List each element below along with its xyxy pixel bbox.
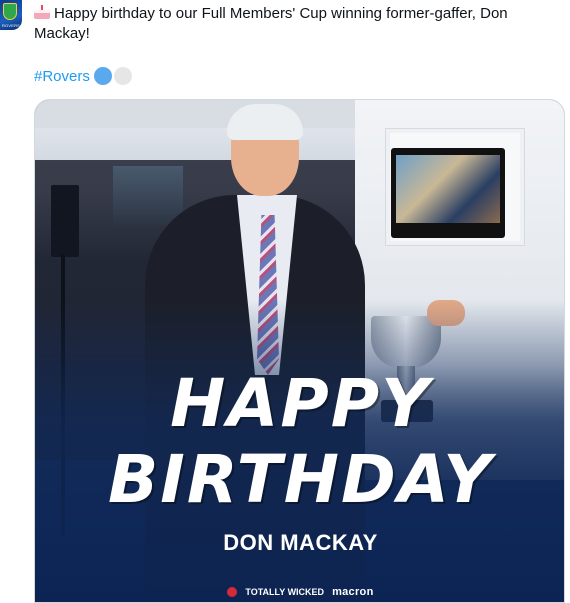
white-circle-icon: [113, 67, 132, 85]
sponsor-mark-icon: [227, 587, 238, 597]
background-screen: [113, 166, 183, 226]
hashtag-link[interactable]: #Rovers: [34, 68, 90, 85]
blue-circle-icon: [93, 67, 112, 85]
headline-happy: HAPPY: [170, 365, 431, 442]
sponsor-1: TOTALLY WICKED: [245, 587, 325, 597]
person-hair: [227, 104, 303, 140]
headline-birthday: BIRTHDAY: [107, 441, 494, 518]
sponsor-logos: TOTALLY WICKED macron: [35, 586, 564, 598]
account-avatar[interactable]: ROVERS: [0, 0, 22, 30]
club-crest-icon: [3, 3, 17, 20]
tweet-body: Happy birthday to our Full Members' Cup …: [34, 5, 508, 42]
sponsor-2: macron: [332, 586, 374, 598]
hashtag-row: #Rovers: [34, 66, 132, 86]
tweet-text: Happy birthday to our Full Members' Cup …: [34, 4, 554, 44]
honoree-name: DON MACKAY: [223, 530, 378, 555]
speaker: [51, 185, 79, 257]
avatar-crest-text: ROVERS: [1, 23, 21, 28]
tv-screen: [396, 155, 500, 223]
tweet-media-image[interactable]: HAPPY BIRTHDAY DON MACKAY TOTALLY WICKED…: [34, 99, 565, 603]
birthday-cake-icon: [34, 5, 50, 19]
